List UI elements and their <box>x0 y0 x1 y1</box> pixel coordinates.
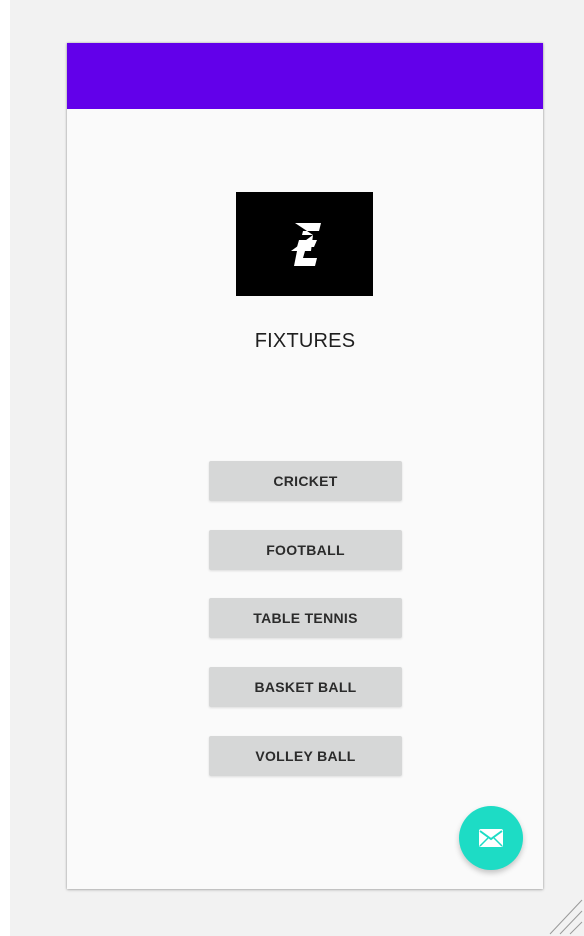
app-logo <box>236 192 373 296</box>
window-left-edge <box>0 0 10 936</box>
volley-ball-button[interactable]: VOLLEY BALL <box>209 736 402 776</box>
lightning-e-logo-icon <box>290 223 321 266</box>
mail-icon <box>479 829 503 847</box>
basket-ball-button[interactable]: BASKET BALL <box>209 667 402 707</box>
phone-screen: FIXTURES CRICKET FOOTBALL TABLE TENNIS B… <box>67 43 543 889</box>
app-bar <box>67 43 543 109</box>
football-button[interactable]: FOOTBALL <box>209 530 402 570</box>
resize-grip-icon[interactable] <box>548 894 584 936</box>
mail-fab-button[interactable] <box>459 806 523 870</box>
table-tennis-button[interactable]: TABLE TENNIS <box>209 598 402 638</box>
page-title: FIXTURES <box>254 330 356 352</box>
cricket-button[interactable]: CRICKET <box>209 461 402 501</box>
